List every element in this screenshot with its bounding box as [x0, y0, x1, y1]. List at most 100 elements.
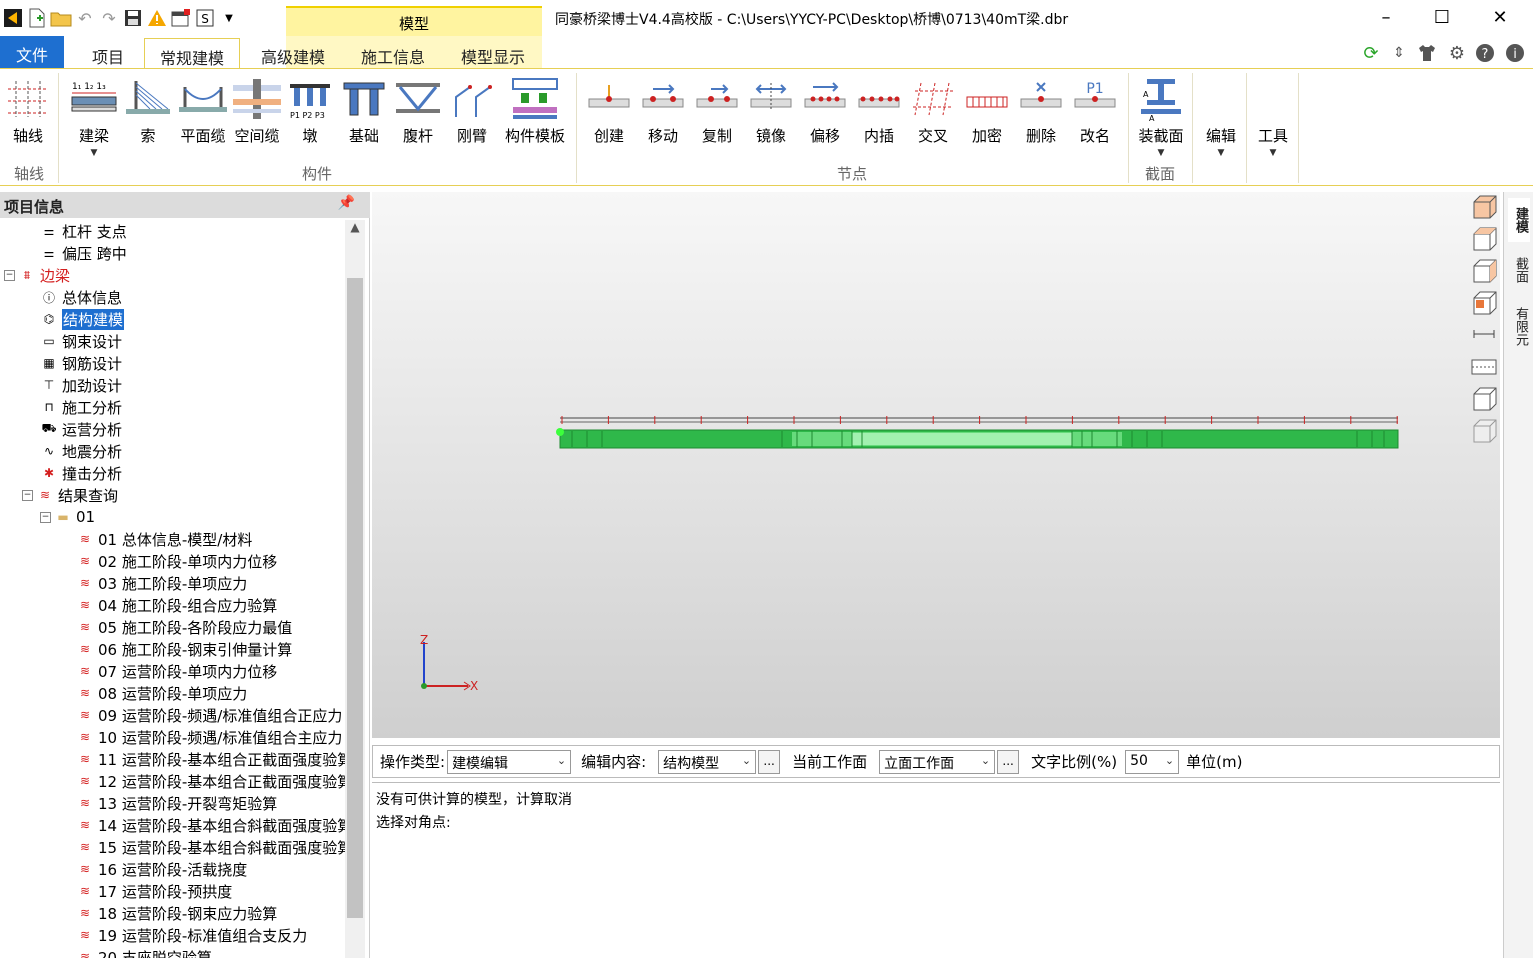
- tab-project[interactable]: 项目: [78, 38, 138, 69]
- member-template-button[interactable]: 构件模板: [500, 77, 570, 169]
- tree-item[interactable]: ⛟ 运营分析: [40, 418, 122, 440]
- tree-item[interactable]: ≋ 15 运营阶段-基本组合斜截面强度验算: [76, 836, 345, 858]
- node-create-button[interactable]: 创建: [584, 77, 634, 169]
- tree-expander-icon[interactable]: −: [40, 511, 51, 523]
- side-tab-modeling[interactable]: 建模: [1508, 198, 1530, 242]
- assign-section-button[interactable]: AA 装截面 ▼: [1132, 77, 1190, 169]
- tab-construction-info[interactable]: 施工信息: [346, 38, 440, 69]
- help-icon[interactable]: ?: [1474, 42, 1496, 64]
- tree-item[interactable]: ≋ 16 运营阶段-活载挠度: [76, 858, 247, 880]
- axis-button[interactable]: 轴线: [4, 77, 52, 169]
- qat-customize-icon[interactable]: ▼: [218, 7, 240, 29]
- cable-button[interactable]: 索: [124, 77, 172, 169]
- spatial-cable-button[interactable]: 空间缆: [230, 77, 284, 169]
- info-icon[interactable]: i: [1504, 42, 1526, 64]
- model-canvas[interactable]: Z X: [372, 192, 1500, 738]
- tree-item[interactable]: ≋ 04 施工阶段-组合应力验算: [76, 594, 277, 616]
- work-plane-more-button[interactable]: ...: [997, 749, 1020, 774]
- tree-item[interactable]: ⊓ 施工分析: [40, 396, 122, 418]
- pin-icon[interactable]: 📌: [338, 195, 355, 211]
- tab-general-modeling[interactable]: 常规建模: [144, 38, 240, 69]
- tree-expander-icon[interactable]: −: [4, 269, 15, 281]
- tree-item[interactable]: ≋ 02 施工阶段-单项内力位移: [76, 550, 277, 572]
- tree-item[interactable]: ≋ 18 运营阶段-钢束应力验算: [76, 902, 277, 924]
- tree-item[interactable]: ≋ 06 施工阶段-钢束引伸量计算: [76, 638, 292, 660]
- op-type-select[interactable]: 建模编辑 ⌄: [447, 749, 572, 774]
- window-layout-icon[interactable]: [170, 7, 192, 29]
- node-rename-button[interactable]: P1 改名: [1070, 77, 1120, 169]
- text-scale-select[interactable]: 50 ⌄: [1125, 749, 1180, 774]
- solid-box-icon[interactable]: [1470, 418, 1498, 444]
- tree-item[interactable]: ≋ 14 运营阶段-基本组合斜截面强度验算: [76, 814, 345, 836]
- tree-item[interactable]: ≋ 11 运营阶段-基本组合正截面强度验算: [76, 748, 345, 770]
- tab-model-display[interactable]: 模型显示: [446, 38, 540, 69]
- tree-item[interactable]: ⚌ 杠杆 支点: [40, 220, 127, 242]
- model-viewport[interactable]: Z X: [372, 192, 1500, 738]
- pier-button[interactable]: P1 P2 P3 墩: [286, 77, 334, 169]
- node-interpolate-button[interactable]: 内插: [854, 77, 904, 169]
- tree-item[interactable]: − ⩩ 边梁: [4, 264, 70, 286]
- open-folder-icon[interactable]: [50, 7, 72, 29]
- tree-expander-icon[interactable]: −: [22, 489, 33, 501]
- tree-item[interactable]: ▦ 钢筋设计: [40, 352, 122, 374]
- script-icon[interactable]: S: [194, 7, 216, 29]
- tree-item[interactable]: − ≋ 结果查询: [22, 484, 118, 506]
- node-cross-button[interactable]: 交叉: [908, 77, 958, 169]
- tree-item[interactable]: ≋ 17 运营阶段-预拱度: [76, 880, 232, 902]
- edit-content-select[interactable]: 结构模型 ⌄: [658, 749, 757, 774]
- tree-item[interactable]: ≋ 01 总体信息-模型/材料: [76, 528, 252, 550]
- tree-item[interactable]: − ▬ 01: [40, 506, 95, 528]
- tree-item[interactable]: ≋ 09 运营阶段-频遇/标准值组合正应力: [76, 704, 342, 726]
- redo-icon[interactable]: ↷: [98, 7, 120, 29]
- tab-file[interactable]: 文件: [0, 36, 64, 68]
- tree-item[interactable]: ⊤ 加劲设计: [40, 374, 122, 396]
- close-button[interactable]: ✕: [1472, 0, 1528, 34]
- sort-icon[interactable]: ⇕: [1388, 42, 1410, 64]
- tab-advanced-modeling[interactable]: 高级建模: [246, 38, 340, 69]
- save-icon[interactable]: [122, 7, 144, 29]
- scroll-up-icon[interactable]: ▲: [345, 220, 365, 240]
- gear-icon[interactable]: ⚙: [1446, 42, 1468, 64]
- refresh-icon[interactable]: ⟳: [1360, 42, 1382, 64]
- scrollbar-thumb[interactable]: [347, 278, 363, 918]
- iso-view-icon[interactable]: [1470, 290, 1498, 316]
- app-logo-icon[interactable]: [2, 7, 24, 29]
- top-view-icon[interactable]: [1470, 226, 1498, 252]
- tree-item[interactable]: ⌬ 结构建模: [40, 308, 125, 330]
- build-beam-button[interactable]: 1₁ 1₂ 1₃ 建梁 ▼: [68, 77, 120, 169]
- tree-item[interactable]: ≋ 19 运营阶段-标准值组合支反力: [76, 924, 307, 946]
- tree-item[interactable]: ≋ 03 施工阶段-单项应力: [76, 572, 247, 594]
- node-delete-button[interactable]: 删除: [1016, 77, 1066, 169]
- side-tab-fem[interactable]: 有限元: [1508, 298, 1530, 354]
- node-move-button[interactable]: 移动: [638, 77, 688, 169]
- front-view-icon[interactable]: [1470, 194, 1498, 220]
- tree-item[interactable]: ✱ 撞击分析: [40, 462, 122, 484]
- tree-item[interactable]: ≋ 12 运营阶段-基本组合正截面强度验算: [76, 770, 345, 792]
- tree-item[interactable]: ≋ 10 运营阶段-频遇/标准值组合主应力: [76, 726, 342, 748]
- tree-item[interactable]: ≋ 07 运营阶段-单项内力位移: [76, 660, 277, 682]
- section-cut-icon[interactable]: [1470, 354, 1498, 380]
- tree-item[interactable]: ∿ 地震分析: [40, 440, 122, 462]
- foundation-button[interactable]: 基础: [340, 77, 388, 169]
- work-plane-select[interactable]: 立面工作面 ⌄: [879, 749, 996, 774]
- undo-icon[interactable]: ↶: [74, 7, 96, 29]
- node-mirror-button[interactable]: 镜像: [746, 77, 796, 169]
- node-copy-button[interactable]: 复制: [692, 77, 742, 169]
- command-output[interactable]: 没有可供计算的模型，计算取消 选择对角点:: [372, 782, 1500, 958]
- new-file-icon[interactable]: [26, 7, 48, 29]
- tree-item[interactable]: ⓘ 总体信息: [40, 286, 122, 308]
- node-offset-button[interactable]: 偏移: [800, 77, 850, 169]
- rigid-arm-button[interactable]: 刚臂: [448, 77, 496, 169]
- tree-item[interactable]: ≋ 20 支座脱空验算: [76, 946, 212, 958]
- start-node-marker[interactable]: [556, 428, 564, 436]
- tree-item[interactable]: ▭ 钢束设计: [40, 330, 122, 352]
- wireframe-box-icon[interactable]: [1470, 386, 1498, 412]
- node-densify-button[interactable]: 加密: [962, 77, 1012, 169]
- tree-item[interactable]: ≋ 05 施工阶段-各阶段应力最值: [76, 616, 292, 638]
- minimize-button[interactable]: –: [1358, 0, 1414, 34]
- side-tab-section[interactable]: 截面: [1508, 250, 1530, 290]
- dimension-icon[interactable]: [1470, 324, 1498, 350]
- shirt-skin-icon[interactable]: [1416, 42, 1438, 64]
- warning-icon[interactable]: [146, 7, 168, 29]
- edit-content-more-button[interactable]: ...: [758, 749, 781, 774]
